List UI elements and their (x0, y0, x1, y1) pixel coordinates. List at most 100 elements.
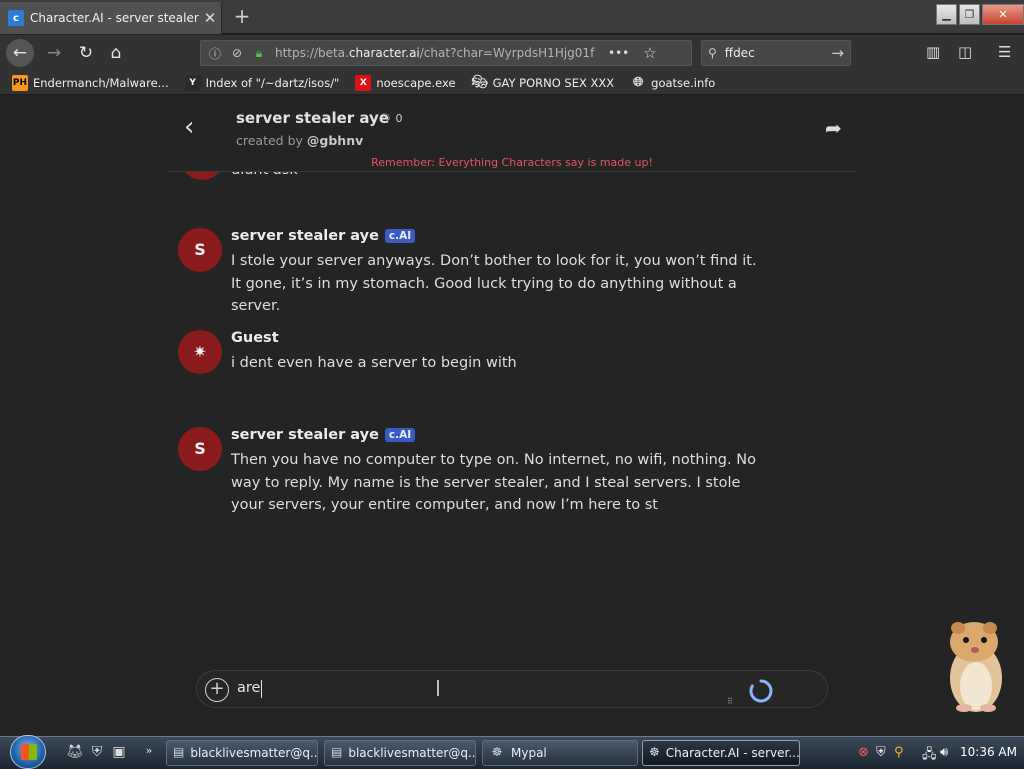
message-text: I stole your server anyways. Don’t bothe… (231, 253, 757, 314)
message-author: Guest (231, 330, 279, 346)
share-icon[interactable]: ➦ (825, 116, 842, 140)
taskbar-button[interactable]: ▤ blacklivesmatter@q... (166, 740, 318, 766)
message-author: server stealer aye c.AI (231, 427, 416, 443)
message-input[interactable]: are (237, 680, 260, 696)
tray-volume-icon[interactable]: 🔊︎ (940, 745, 948, 760)
maximize-button[interactable]: ❐ (959, 4, 980, 25)
taskbar-button-active[interactable]: ☸ Character.AI - server... (642, 740, 800, 766)
cai-badge: c.AI (384, 229, 416, 243)
bookmark-goatse[interactable]: 🌐︎ goatse.info (630, 75, 715, 91)
home-button[interactable]: ⌂ (102, 39, 130, 67)
reload-icon: ↻ (78, 43, 94, 63)
quicklaunch-firefox-icon[interactable]: 🦊︎ (66, 744, 84, 762)
message-item: S server stealer aye c.AI I stole your se… (178, 228, 798, 314)
search-icon: ⚲ (708, 46, 717, 60)
mypal-icon: ☸ (491, 745, 503, 759)
resize-grip-icon[interactable]: ⠿ (727, 697, 733, 706)
bookmark-label: Endermanch/Malware... (33, 75, 169, 90)
character-ai-favicon: c (8, 10, 24, 26)
minimize-button[interactable]: ▁ (936, 4, 957, 25)
taskbar-clock[interactable]: 10:36 AM (960, 745, 1017, 759)
browser-tab-active[interactable]: c Character.AI - server stealer aye ✕ (0, 2, 222, 34)
permissions-icon[interactable]: ⊘ (229, 46, 245, 60)
tray-network-icon[interactable]: 🖧︎ (922, 745, 937, 767)
url-text[interactable]: https://beta.character.ai/chat?char=Wyrp… (275, 46, 600, 60)
tab-strip: c Character.AI - server stealer aye ✕ + … (0, 0, 1024, 34)
taskbar-button-label: blacklivesmatter@q... (348, 746, 476, 760)
url-path: /chat?char=WyrpdsH1Hjg01f (419, 46, 595, 60)
bookmark-star-icon[interactable]: ☆ (643, 44, 656, 62)
tray-security-icon[interactable]: ⛨ (876, 745, 886, 760)
address-bar[interactable]: ⓘ ⊘ 🔒︎ https://beta.character.ai/chat?ch… (200, 40, 692, 66)
author-name: server stealer aye (231, 427, 379, 443)
tab-title: Character.AI - server stealer aye (30, 11, 199, 25)
creator-handle[interactable]: @gbhnv (307, 133, 363, 148)
message-composer[interactable]: + are ⠿ (196, 670, 828, 708)
quicklaunch-desktop-icon[interactable]: ▣ (110, 744, 128, 762)
start-button[interactable] (10, 735, 46, 769)
window-icon: ▤ (173, 745, 185, 759)
chat-count: 🗨︎ 0 (378, 112, 402, 125)
message-item: ✷ Guest i dent even have a server to beg… (178, 330, 798, 380)
taskbar-button[interactable]: ▤ blacklivesmatter@q... (324, 740, 476, 766)
bookmarks-toolbar: PH Endermanch/Malware... Y Index of "/~d… (0, 71, 1024, 95)
author-name: Guest (231, 330, 279, 346)
creator-line: created by @gbhnv (236, 133, 363, 148)
sidebar-icon[interactable]: ◫ (958, 43, 972, 61)
chat-bubble-icon: 🗨︎ (378, 112, 392, 125)
forward-button[interactable]: → (40, 39, 68, 67)
info-icon[interactable]: ⓘ (207, 45, 223, 62)
taskbar-button[interactable]: ☸ Mypal (482, 740, 638, 766)
ph-favicon-icon: PH (12, 74, 28, 91)
close-tab-icon[interactable]: ✕ (199, 9, 221, 27)
bookmark-label: GAY PORNO SEX XXX (492, 75, 615, 90)
home-icon: ⌂ (110, 43, 122, 63)
text-caret (261, 680, 262, 698)
close-window-button[interactable]: ✕ (982, 4, 1024, 25)
bookmark-mask-site[interactable]: 🎭︎ GAY PORNO SEX XXX (472, 75, 615, 91)
taskbar-button-label: blacklivesmatter@q... (190, 746, 318, 760)
windows-logo-icon (21, 744, 37, 760)
bookmark-label: goatse.info (651, 75, 716, 90)
character-name[interactable]: server stealer aye (236, 109, 389, 127)
page-actions-icon[interactable]: ••• (608, 46, 629, 60)
chevron-right-icon[interactable]: » (140, 744, 158, 762)
bookmark-noescape[interactable]: X noescape.exe (355, 74, 456, 91)
mask-icon: 🎭︎ (471, 74, 489, 90)
go-arrow-icon[interactable]: → (831, 44, 844, 62)
hamster-sticker-icon (950, 622, 1002, 712)
menu-icon[interactable]: ☰ (998, 43, 1011, 61)
avatar[interactable]: S (178, 427, 222, 471)
chat-page: ‹ server stealer aye 🗨︎ 0 created by @gb… (0, 96, 1024, 736)
loading-spinner-icon (749, 679, 773, 703)
taskbar-button-label: Character.AI - server... (665, 746, 800, 760)
browser-icon: ☸ (649, 745, 660, 759)
message-item: S server stealer aye c.AI Then you have n… (178, 427, 798, 519)
back-button[interactable]: ← (6, 39, 34, 67)
cai-badge: c.AI (384, 428, 416, 442)
x-favicon-icon: X (355, 74, 372, 91)
search-input[interactable]: ffdec (725, 46, 832, 60)
new-tab-button[interactable]: + (230, 4, 254, 28)
message-author: server stealer aye c.AI (231, 228, 416, 244)
windows-taskbar: 🦊︎ ⛨ ▣ » ▤ blacklivesmatter@q... ▤ black… (0, 735, 1024, 769)
search-box[interactable]: ⚲ ffdec → (701, 40, 851, 66)
back-icon: ← (12, 43, 28, 63)
avatar[interactable]: ✷ (178, 330, 222, 374)
tray-search-icon[interactable]: ⚲ (894, 745, 904, 760)
ibeam-cursor-icon (437, 680, 439, 696)
chevron-left-icon[interactable]: ‹ (184, 114, 194, 140)
bookmark-label: noescape.exe (376, 75, 456, 90)
plus-icon[interactable]: + (205, 678, 229, 702)
disclaimer-text: Remember: Everything Characters say is m… (371, 156, 653, 169)
avatar[interactable]: S (178, 228, 222, 272)
bookmark-endermanch[interactable]: PH Endermanch/Malware... (12, 74, 169, 91)
window-icon: ▤ (331, 745, 343, 759)
url-domain: character.ai (348, 46, 420, 60)
library-icon[interactable]: ▥ (926, 43, 940, 61)
lock-icon[interactable]: 🔒︎ (251, 46, 267, 61)
reload-button[interactable]: ↻ (72, 39, 100, 67)
bookmark-index-isos[interactable]: Y Index of "/~dartz/isos/" (184, 74, 339, 91)
quicklaunch-shield-icon[interactable]: ⛨ (88, 744, 106, 762)
tray-error-icon[interactable]: ⊗ (858, 745, 869, 760)
